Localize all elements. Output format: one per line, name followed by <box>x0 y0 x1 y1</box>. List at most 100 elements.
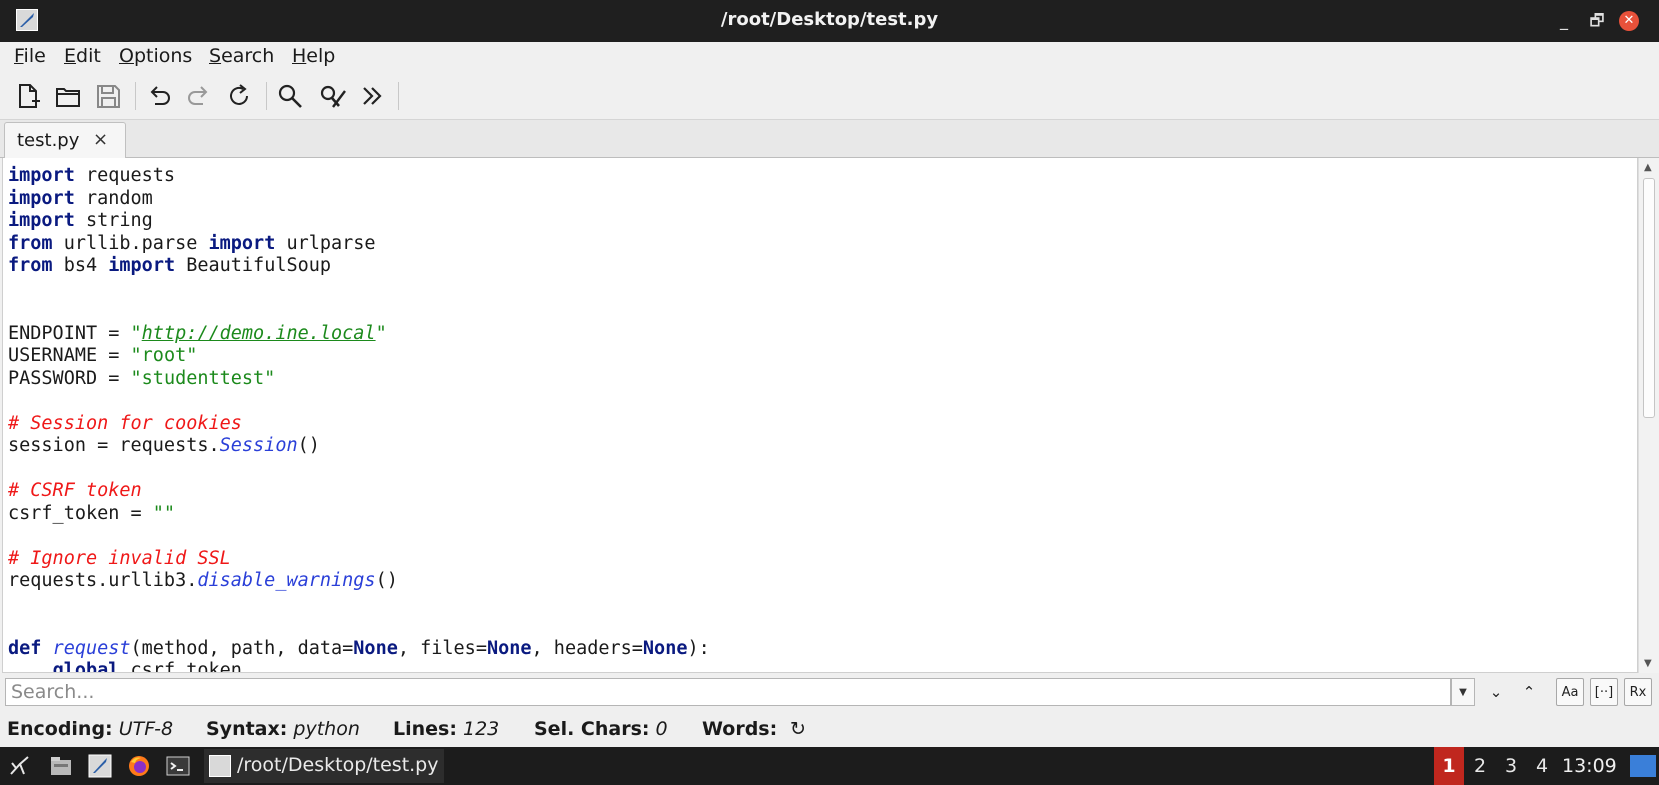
menu-help[interactable]: Help <box>292 45 335 67</box>
code-token: def <box>8 637 42 659</box>
minimize-button[interactable]: _ <box>1553 10 1575 32</box>
code-line: from bs4 import BeautifulSoup <box>8 255 710 278</box>
scroll-down-icon[interactable]: ▼ <box>1644 658 1652 669</box>
toolbar-separator <box>266 82 267 110</box>
status-lines: Lines: 123 <box>393 718 500 740</box>
code-token: None <box>642 637 688 659</box>
firefox-icon[interactable] <box>127 754 151 778</box>
window-title: /root/Desktop/test.py <box>720 9 939 30</box>
code-token: USERNAME = <box>8 345 131 366</box>
redo-icon[interactable] <box>183 80 215 112</box>
code-line: csrf_token = "" <box>8 503 710 526</box>
menu-search[interactable]: Search <box>209 45 274 67</box>
match-case-toggle[interactable]: Aa <box>1556 678 1584 706</box>
tab-test-py[interactable]: test.py × <box>4 122 126 159</box>
taskbar-window-label: /root/Desktop/test.py <box>237 754 439 776</box>
code-token: session = requests. <box>8 435 220 456</box>
code-token: " <box>375 322 387 344</box>
code-line: requests.urllib3.disable_warnings() <box>8 570 710 593</box>
code-token: from <box>8 232 53 254</box>
search-bar: ▼ ⌄ ⌃ Aa [··] Rx <box>0 673 1659 713</box>
code-token: # Ignore invalid SSL <box>8 547 231 569</box>
find-next-button[interactable]: ⌄ <box>1482 678 1510 706</box>
menu-file[interactable]: File <box>14 45 46 67</box>
terminal-icon[interactable] <box>166 754 190 778</box>
tab-label: test.py <box>17 130 80 151</box>
save-icon[interactable] <box>92 80 124 112</box>
code-token: (method, path, data= <box>130 637 354 659</box>
code-content: import requests import random import strin… <box>8 165 710 672</box>
code-line: import requests <box>8 165 710 188</box>
workspace-2[interactable]: 2 <box>1465 747 1495 785</box>
open-folder-icon[interactable] <box>52 80 84 112</box>
scrollbar-thumb[interactable] <box>1643 178 1655 418</box>
code-token: "" <box>152 502 176 524</box>
toolbar <box>0 72 1659 120</box>
code-line: import string <box>8 210 710 233</box>
workspace-1[interactable]: 1 <box>1434 747 1464 785</box>
workspace-4[interactable]: 4 <box>1527 747 1557 785</box>
taskbar: /root/Desktop/test.py 1 2 3 4 13:09 <box>0 747 1659 785</box>
code-token: ): <box>687 637 710 659</box>
code-line: global csrf_token <box>8 660 710 672</box>
window-titlebar: /root/Desktop/test.py _ 🗗 ✕ <box>0 0 1659 42</box>
notification-icon[interactable] <box>1630 755 1656 777</box>
kali-menu-icon[interactable] <box>8 754 32 778</box>
file-manager-icon[interactable] <box>49 754 73 778</box>
code-token: Session <box>219 435 298 456</box>
code-line: # Ignore invalid SSL <box>8 548 710 571</box>
maximize-button[interactable]: 🗗 <box>1586 10 1608 32</box>
tab-close-icon[interactable]: × <box>93 129 108 150</box>
workspace-3[interactable]: 3 <box>1496 747 1526 785</box>
toolbar-separator <box>398 82 399 110</box>
reload-icon[interactable] <box>223 80 255 112</box>
code-token: None <box>353 637 398 659</box>
text-editor-icon <box>209 755 231 777</box>
code-token: requests <box>74 165 176 186</box>
code-token: None <box>486 637 532 659</box>
search-history-dropdown[interactable]: ▼ <box>1451 678 1475 706</box>
tab-bar: test.py × <box>0 120 1659 159</box>
code-token: requests.urllib3. <box>8 570 198 591</box>
regex-toggle[interactable]: Rx <box>1624 678 1652 706</box>
new-file-icon[interactable] <box>12 80 44 112</box>
code-editor[interactable]: import requests import random import strin… <box>2 158 1638 673</box>
text-editor-icon[interactable] <box>88 754 112 778</box>
code-token: import <box>8 210 75 231</box>
code-token: request <box>52 637 131 659</box>
code-token: from <box>8 255 53 276</box>
code-token: PASSWORD = <box>8 367 131 389</box>
code-token: " <box>130 322 142 344</box>
code-token: # Session for cookies <box>8 412 242 434</box>
code-line: # CSRF token <box>8 480 710 503</box>
code-line: PASSWORD = "studenttest" <box>8 368 710 391</box>
taskbar-window-button[interactable]: /root/Desktop/test.py <box>204 749 444 783</box>
find-icon[interactable] <box>274 80 306 112</box>
code-line: ENDPOINT = "http://demo.ine.local" <box>8 323 710 346</box>
code-line: import random <box>8 188 710 211</box>
code-token: , headers= <box>531 637 643 659</box>
menu-options[interactable]: Options <box>119 45 192 67</box>
status-bar: Encoding: UTF-8 Syntax: python Lines: 12… <box>0 713 1659 747</box>
code-token: string <box>74 210 153 231</box>
menu-edit[interactable]: Edit <box>64 45 101 67</box>
replace-icon[interactable] <box>316 80 348 112</box>
vertical-scrollbar[interactable]: ▲ ▼ <box>1638 158 1659 673</box>
words-refresh-icon[interactable]: ↻ <box>790 718 806 740</box>
search-input[interactable] <box>5 678 1451 706</box>
whole-word-toggle[interactable]: [··] <box>1590 678 1618 706</box>
undo-icon[interactable] <box>143 80 175 112</box>
code-token: import <box>108 255 176 276</box>
scroll-up-icon[interactable]: ▲ <box>1644 162 1652 173</box>
find-previous-button[interactable]: ⌃ <box>1515 678 1543 706</box>
code-token[interactable]: http://demo.ine.local <box>142 323 376 344</box>
close-button[interactable]: ✕ <box>1619 11 1639 31</box>
code-token: "root" <box>130 345 198 366</box>
more-icon[interactable] <box>356 80 388 112</box>
status-encoding: Encoding: UTF-8 <box>7 718 174 740</box>
